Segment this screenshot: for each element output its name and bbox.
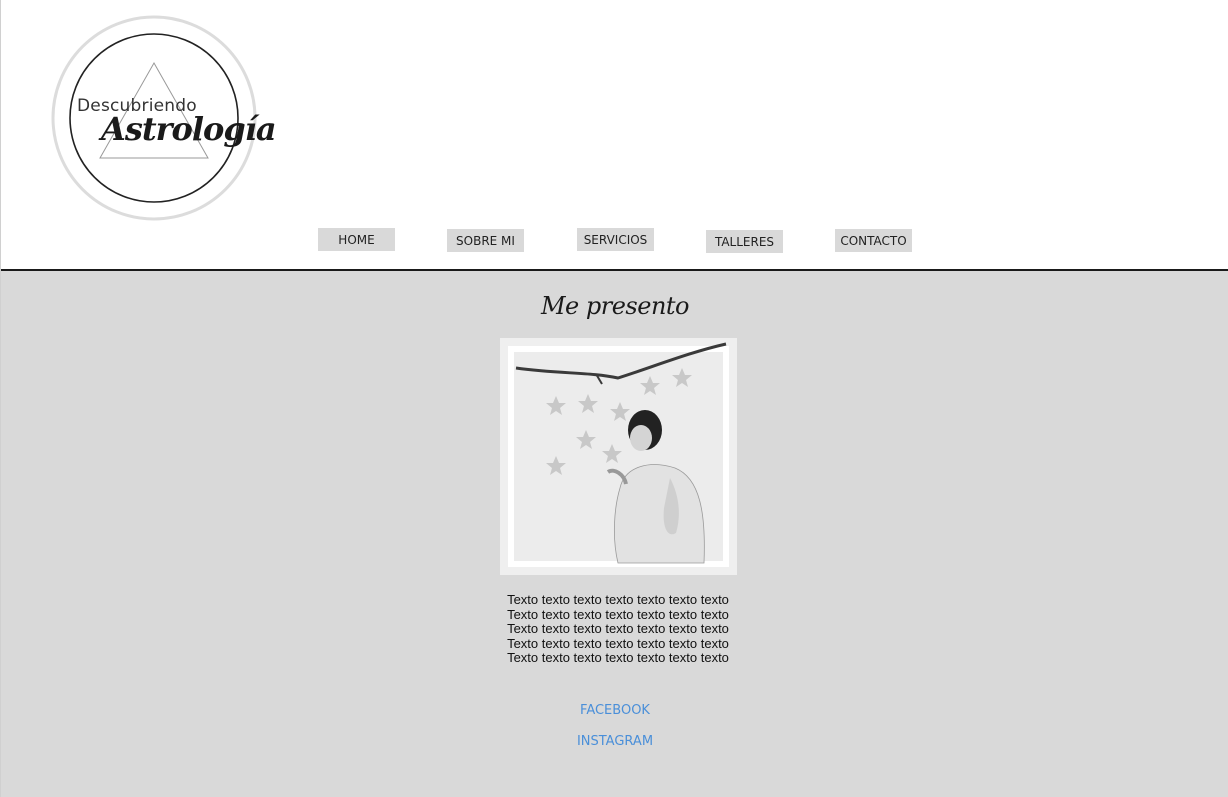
intro-text: Texto texto texto texto texto texto text…	[499, 592, 737, 666]
nav-home-button[interactable]: HOME	[318, 228, 395, 251]
intro-text-line: Texto texto texto texto texto texto text…	[507, 650, 729, 666]
intro-text-line: Texto texto texto texto texto texto text…	[507, 592, 729, 607]
intro-text-line: Texto texto texto texto texto texto text…	[507, 606, 729, 622]
page: Descubriendo Astrología HOME SOBRE MI SE…	[0, 0, 1228, 797]
nav-sobre-mi-button[interactable]: SOBRE MI	[447, 229, 524, 252]
profile-photo	[500, 338, 737, 575]
logo-text-astrologia: Astrología	[101, 110, 277, 148]
section-title: Me presento	[540, 292, 690, 320]
site-header: Descubriendo Astrología HOME SOBRE MI SE…	[1, 0, 1228, 271]
facebook-link[interactable]: FACEBOOK	[1, 703, 1228, 718]
nav-servicios-button[interactable]: SERVICIOS	[577, 228, 654, 251]
nav-talleres-button[interactable]: TALLERES	[706, 230, 783, 253]
nav-contacto-button[interactable]: CONTACTO	[835, 229, 912, 252]
intro-text-line: Texto texto texto texto texto texto text…	[507, 635, 729, 651]
intro-text-line: Texto texto texto texto texto texto text…	[507, 621, 729, 637]
instagram-link[interactable]: INSTAGRAM	[1, 734, 1228, 749]
